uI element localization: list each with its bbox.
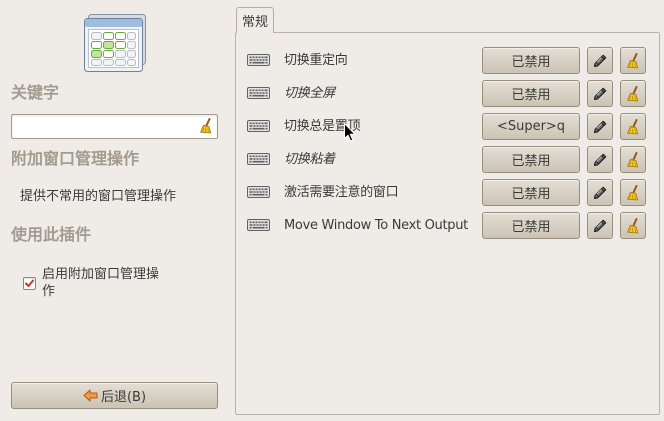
edit-shortcut-button[interactable] xyxy=(587,47,613,74)
pencil-icon xyxy=(593,153,607,167)
broom-icon xyxy=(626,218,640,234)
keyboard-icon xyxy=(247,120,270,132)
edit-shortcut-button[interactable] xyxy=(587,113,613,140)
checkmark-icon xyxy=(25,279,34,287)
setting-label: 切换重定向 xyxy=(284,53,348,68)
shortcut-value-button[interactable]: 已禁用 xyxy=(482,146,580,173)
mouse-pointer-icon xyxy=(344,123,356,142)
clear-shortcut-button[interactable] xyxy=(620,47,646,74)
shortcut-value-button[interactable]: 已禁用 xyxy=(482,80,580,107)
pencil-icon xyxy=(593,120,607,134)
use-plugin-heading: 使用此插件 xyxy=(11,225,92,244)
shortcut-value-button[interactable]: 已禁用 xyxy=(482,179,580,206)
broom-icon xyxy=(626,185,640,201)
pencil-icon xyxy=(593,219,607,233)
broom-icon xyxy=(626,152,640,168)
enable-plugin-checkbox[interactable] xyxy=(23,277,36,290)
broom-clear-icon[interactable] xyxy=(199,118,213,134)
tab-general-label: 常规 xyxy=(241,15,268,30)
setting-row: 切换粘着 已禁用 xyxy=(236,146,659,173)
clear-shortcut-button[interactable] xyxy=(620,80,646,107)
broom-icon xyxy=(626,119,640,135)
keyboard-icon xyxy=(247,219,270,231)
edit-shortcut-button[interactable] xyxy=(587,146,613,173)
edit-shortcut-button[interactable] xyxy=(587,212,613,239)
back-button-label: 后退(B) xyxy=(100,390,147,405)
filter-entry[interactable] xyxy=(11,114,218,139)
clear-shortcut-button[interactable] xyxy=(620,179,646,206)
filter-input[interactable] xyxy=(12,115,217,138)
setting-label: 切换粘着 xyxy=(284,152,335,167)
broom-icon xyxy=(626,53,640,69)
extra-wm-actions-icon xyxy=(83,13,148,73)
setting-row: Move Window To Next Output 已禁用 xyxy=(236,212,659,239)
enable-plugin-label[interactable]: 启用附加窗口管理操作 xyxy=(42,266,166,300)
filter-heading: 关键字 xyxy=(11,83,60,102)
broom-icon xyxy=(626,86,640,102)
clear-shortcut-button[interactable] xyxy=(620,146,646,173)
shortcut-value-button[interactable]: <Super>q xyxy=(482,113,580,140)
back-arrow-icon xyxy=(83,389,98,402)
tab-general[interactable]: 常规 xyxy=(236,7,274,33)
clear-shortcut-button[interactable] xyxy=(620,113,646,140)
setting-row: 激活需要注意的窗口 已禁用 xyxy=(236,179,659,206)
plugin-description: 提供不常用的窗口管理操作 xyxy=(20,189,177,204)
keyboard-icon xyxy=(247,54,270,66)
keyboard-icon xyxy=(247,153,270,165)
keyboard-icon xyxy=(247,186,270,198)
pencil-icon xyxy=(593,54,607,68)
setting-label: 激活需要注意的窗口 xyxy=(284,185,399,200)
shortcut-value-button[interactable]: 已禁用 xyxy=(482,47,580,74)
edit-shortcut-button[interactable] xyxy=(587,179,613,206)
setting-row: 切换总是置顶 <Super>q xyxy=(236,113,659,140)
setting-label: Move Window To Next Output xyxy=(284,218,468,233)
setting-row: 切换重定向 已禁用 xyxy=(236,47,659,74)
plugin-name: 附加窗口管理操作 xyxy=(11,149,140,168)
shortcut-value-button[interactable]: 已禁用 xyxy=(482,212,580,239)
keyboard-icon xyxy=(247,87,270,99)
pencil-icon xyxy=(593,87,607,101)
edit-shortcut-button[interactable] xyxy=(587,80,613,107)
pencil-icon xyxy=(593,186,607,200)
setting-label: 切换全屏 xyxy=(284,86,335,101)
back-button[interactable]: 后退(B) xyxy=(11,382,218,409)
setting-row: 切换全屏 已禁用 xyxy=(236,80,659,107)
clear-shortcut-button[interactable] xyxy=(620,212,646,239)
